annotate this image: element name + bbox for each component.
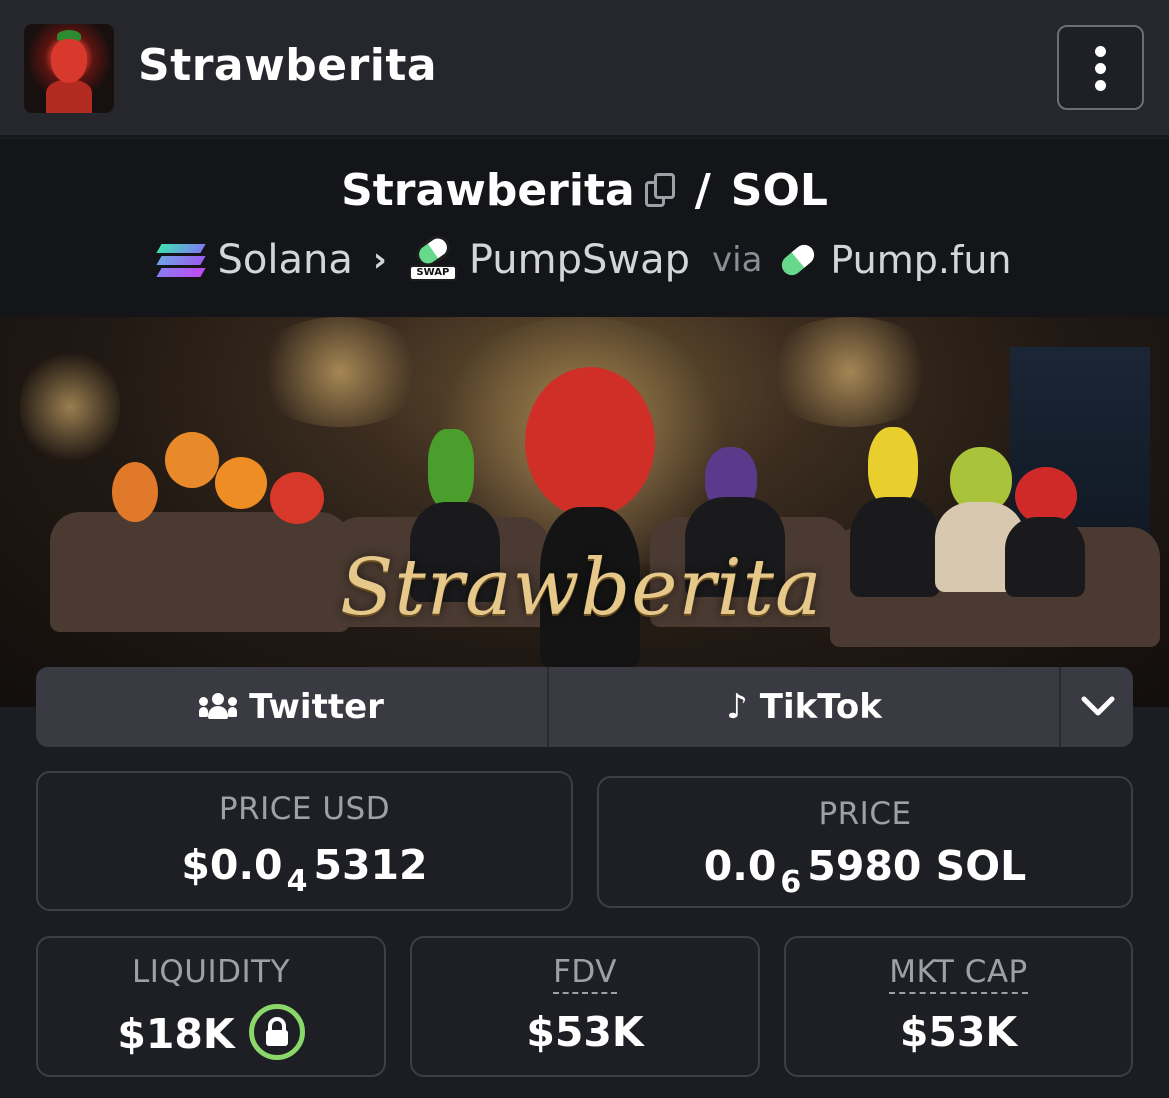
quote-token-name: SOL — [730, 165, 828, 216]
pair-title: Strawberita / SOL — [0, 165, 1169, 216]
strawberry-avatar-icon — [24, 24, 114, 113]
chevron-down-icon — [1081, 696, 1115, 716]
top-header: Strawberita — [0, 0, 1169, 137]
fdv-card: FDV $53K — [410, 936, 760, 1077]
base-token-name: Strawberita — [341, 165, 635, 216]
pumpswap-icon: SWAP — [408, 230, 457, 283]
swap-icon-tag: SWAP — [408, 265, 457, 281]
tiktok-button[interactable]: ♪ TikTok — [549, 667, 1059, 747]
app-title: Strawberita — [138, 40, 438, 91]
fdv-label-wrap: FDV — [412, 954, 758, 994]
tiktok-label: TikTok — [759, 687, 882, 727]
social-links-bar: Twitter ♪ TikTok — [36, 667, 1133, 747]
chain-link[interactable]: Solana — [217, 237, 352, 283]
solana-icon — [156, 240, 207, 280]
price-usd-label: PRICE USD — [218, 791, 391, 827]
banner-logo-text: Strawberita — [340, 543, 823, 633]
chevron-right-icon: › — [372, 240, 387, 280]
price-native-card: PRICE 0.0 6 5980 SOL — [597, 776, 1133, 908]
twitter-button[interactable]: Twitter — [36, 667, 547, 747]
copy-icon[interactable] — [644, 173, 675, 207]
price-usd-value: $0.0 4 5312 — [181, 841, 428, 899]
price-usd-card: PRICE USD $0.0 4 5312 — [36, 771, 573, 911]
mkt-cap-value: $53K — [899, 1008, 1018, 1056]
more-menu-button[interactable] — [1057, 25, 1144, 110]
fdv-value: $53K — [526, 1008, 644, 1056]
pair-info: Strawberita / SOL Solana › SWAP PumpSwap via Pu… — [0, 139, 1169, 317]
fdv-label[interactable]: FDV — [553, 954, 617, 994]
liquidity-value-row: $18K — [38, 1004, 384, 1060]
token-banner-image: Strawberita — [0, 317, 1169, 707]
tiktok-icon: ♪ — [726, 687, 748, 727]
route-breadcrumb: Solana › SWAP PumpSwap via Pump.fun — [0, 230, 1169, 283]
price-native-label: PRICE — [818, 796, 912, 832]
dex-link[interactable]: PumpSwap — [469, 237, 690, 283]
price-native-value: 0.0 6 5980 SOL — [703, 842, 1027, 900]
via-label: via — [712, 240, 763, 280]
launchpad-link[interactable]: Pump.fun — [830, 238, 1011, 282]
pair-separator: / — [694, 165, 711, 216]
twitter-label: Twitter — [249, 687, 384, 727]
liquidity-card: LIQUIDITY $18K — [36, 936, 386, 1077]
liquidity-label: LIQUIDITY — [131, 954, 291, 990]
more-links-button[interactable] — [1063, 685, 1133, 729]
pumpfun-icon — [778, 240, 819, 280]
mkt-cap-label[interactable]: MKT CAP — [889, 954, 1028, 994]
liquidity-value: $18K — [117, 1010, 235, 1058]
users-icon — [199, 693, 238, 721]
mkt-cap-label-wrap: MKT CAP — [786, 954, 1131, 994]
mkt-cap-card: MKT CAP $53K — [784, 936, 1133, 1077]
lock-icon[interactable] — [248, 1004, 305, 1060]
